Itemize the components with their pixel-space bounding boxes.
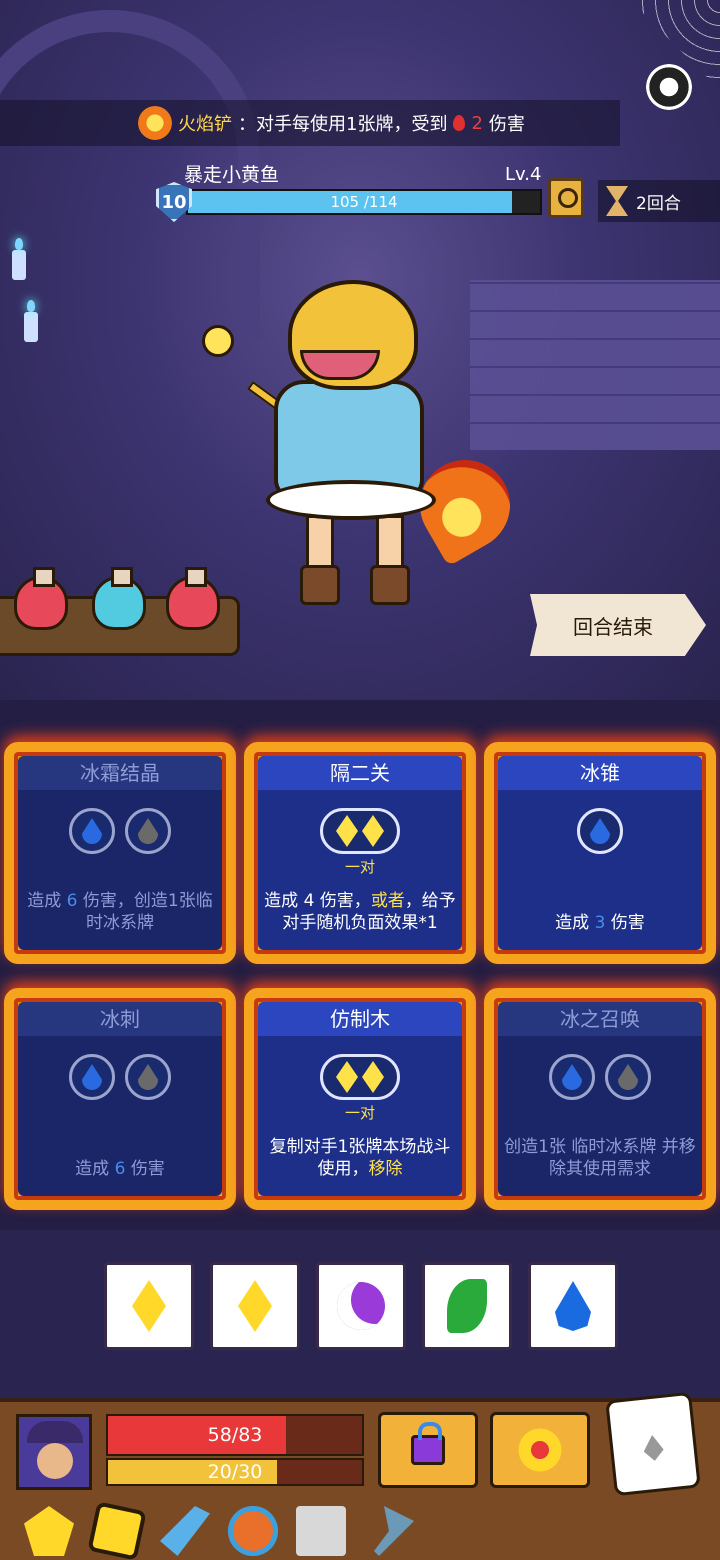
player-avatar[interactable] bbox=[16, 1414, 92, 1490]
monster-lure bbox=[202, 325, 234, 357]
red-potion-icon[interactable] bbox=[166, 567, 220, 630]
blood-drop-icon bbox=[453, 115, 466, 131]
burst-icon bbox=[515, 1425, 565, 1475]
sword-icon[interactable] bbox=[160, 1506, 210, 1556]
die-slot[interactable] bbox=[528, 1262, 618, 1350]
card-title: 冰刺 bbox=[18, 1002, 222, 1036]
relic-icon[interactable] bbox=[87, 1501, 147, 1560]
hourglass-icon bbox=[606, 186, 628, 216]
enemy-monster[interactable] bbox=[202, 270, 530, 610]
burst-skill-button[interactable] bbox=[490, 1412, 590, 1488]
gray-water-slot-icon bbox=[605, 1054, 651, 1100]
water-slot-icon bbox=[69, 1054, 115, 1100]
trait-text: ：对手每使用1张牌，受到 bbox=[238, 114, 448, 135]
enemy-hp-bar: 105 /114 bbox=[186, 189, 542, 215]
card-title: 仿制木 bbox=[258, 1002, 462, 1036]
enemy-trait-banner: 火焰铲 ：对手每使用1张牌，受到 2 伤害 bbox=[0, 100, 620, 146]
settings-gear-icon[interactable] bbox=[646, 64, 692, 110]
trait-name: 火焰铲 bbox=[178, 114, 232, 135]
card-frost-crystal[interactable]: 冰霜结晶 造成 6 伤害，创造1张临时冰系牌 bbox=[4, 742, 236, 964]
blue-potion-icon[interactable] bbox=[92, 567, 146, 630]
card-title: 冰之召唤 bbox=[498, 1002, 702, 1036]
candle-icon bbox=[24, 300, 38, 342]
axe-icon[interactable] bbox=[374, 1506, 414, 1556]
armor-icon[interactable] bbox=[24, 1506, 74, 1556]
water-slot-icon bbox=[577, 808, 623, 854]
card-ice-spike[interactable]: 冰刺 造成 6 伤害 bbox=[4, 988, 236, 1210]
die-slot[interactable] bbox=[104, 1262, 194, 1350]
end-turn-button[interactable]: 回合结束 bbox=[530, 594, 706, 656]
enemy-hp-text: 105 /114 bbox=[330, 193, 398, 211]
gray-water-slot-icon bbox=[125, 1054, 171, 1100]
turn-label: 2回合 bbox=[636, 193, 681, 214]
player-hp-bar: 58/83 bbox=[106, 1414, 364, 1456]
card-title: 冰霜结晶 bbox=[18, 756, 222, 790]
yellow-diamond-icon bbox=[238, 1280, 272, 1332]
monster-boot bbox=[300, 565, 340, 605]
gray-water-slot-icon bbox=[125, 808, 171, 854]
die-slot[interactable] bbox=[316, 1262, 406, 1350]
die-slot[interactable] bbox=[422, 1262, 512, 1350]
enemy-level: Lv.4 bbox=[505, 164, 542, 185]
red-potion-icon[interactable] bbox=[14, 567, 68, 630]
card-ice-summon[interactable]: 冰之召唤 创造1张 临时冰系牌 并移除其使用需求 bbox=[484, 988, 716, 1210]
pair-label: 一对 bbox=[344, 1104, 375, 1122]
turn-counter: 2回合 bbox=[598, 180, 720, 222]
card-ge-er-guan[interactable]: 隔二关 一对 造成 4 伤害，或者，给予对手随机负面效果*1 bbox=[244, 742, 476, 964]
card-description: 造成 3 伤害 bbox=[555, 913, 645, 933]
die-slot[interactable] bbox=[210, 1262, 300, 1350]
card-description: 造成 4 伤害，或者，给予对手随机负面效果*1 bbox=[264, 891, 456, 933]
inspect-enemy-button[interactable] bbox=[548, 178, 584, 218]
player-energy-text: 20/30 bbox=[207, 1461, 263, 1483]
monster-skirt bbox=[266, 480, 436, 520]
card-description: 造成 6 伤害，创造1张临时冰系牌 bbox=[27, 891, 213, 933]
scroll-icon[interactable] bbox=[296, 1506, 346, 1556]
diamond-pair-slot-icon bbox=[320, 1054, 400, 1100]
candle-icon bbox=[12, 238, 26, 280]
card-description: 复制对手1张牌本场战斗使用，移除 bbox=[269, 1137, 451, 1179]
player-hp-text: 58/83 bbox=[207, 1424, 263, 1446]
monster-boot bbox=[370, 565, 410, 605]
pair-label: 一对 bbox=[344, 858, 375, 876]
dice-row bbox=[104, 1262, 618, 1350]
lock-icon bbox=[411, 1422, 445, 1465]
card-title: 隔二关 bbox=[258, 756, 462, 790]
card-description: 创造1张 临时冰系牌 并移除其使用需求 bbox=[504, 1137, 696, 1179]
card-imitation-wood[interactable]: 仿制木 一对 复制对手1张牌本场战斗使用，移除 bbox=[244, 988, 476, 1210]
yellow-diamond-icon bbox=[132, 1280, 166, 1332]
blue-drop-icon bbox=[555, 1281, 591, 1331]
fire-shovel-icon bbox=[138, 106, 172, 140]
player-energy-bar: 20/30 bbox=[106, 1458, 364, 1486]
trait-damage: 2 bbox=[471, 112, 483, 134]
player-panel: 58/83 20/30 bbox=[0, 1391, 720, 1560]
trait-suffix: 伤害 bbox=[488, 114, 525, 135]
green-leaf-icon bbox=[447, 1279, 487, 1333]
water-slot-icon bbox=[549, 1054, 595, 1100]
card-title: 冰锥 bbox=[498, 756, 702, 790]
card-description: 造成 6 伤害 bbox=[75, 1159, 165, 1179]
card-ice-cone[interactable]: 冰锥 造成 3 伤害 bbox=[484, 742, 716, 964]
enemy-name: 暴走小黄鱼 bbox=[184, 164, 280, 186]
reroll-dice-button[interactable] bbox=[605, 1391, 701, 1497]
equipment-bar bbox=[24, 1501, 414, 1560]
skill-orb-icon[interactable] bbox=[228, 1506, 278, 1556]
lock-dice-button[interactable] bbox=[378, 1412, 478, 1488]
diamond-pair-slot-icon bbox=[320, 808, 400, 854]
purple-moon-icon bbox=[337, 1282, 385, 1330]
water-slot-icon bbox=[69, 808, 115, 854]
